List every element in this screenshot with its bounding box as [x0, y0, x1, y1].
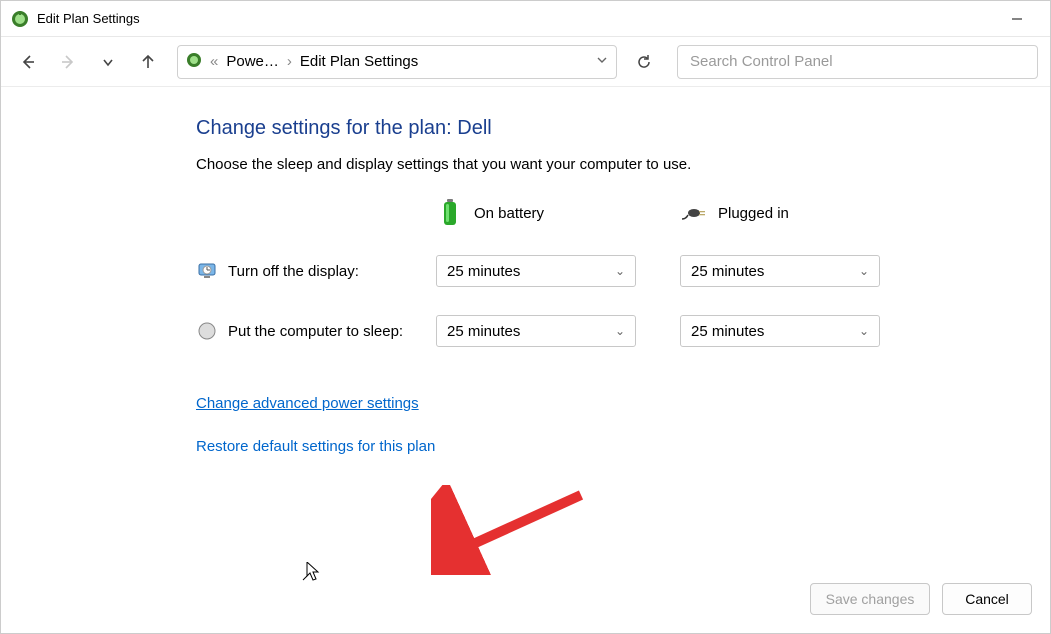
- breadcrumb-sep: ›: [287, 53, 292, 70]
- footer-buttons: Save changes Cancel: [810, 583, 1032, 615]
- breadcrumb-power[interactable]: Powe…: [226, 53, 279, 70]
- forward-button[interactable]: [51, 45, 85, 79]
- row-sleep: Put the computer to sleep: 25 minutes ⌄ …: [196, 315, 1050, 347]
- address-dropdown-button[interactable]: [596, 53, 608, 70]
- chevron-down-icon: ⌄: [615, 264, 625, 278]
- app-icon: [11, 10, 29, 28]
- links-block: Change advanced power settings Restore d…: [196, 395, 1050, 455]
- breadcrumb-sep-left: «: [210, 53, 218, 70]
- search-box[interactable]: [677, 45, 1038, 79]
- moon-icon: [196, 322, 218, 340]
- recent-locations-button[interactable]: [91, 45, 125, 79]
- chevron-down-icon: ⌄: [615, 324, 625, 338]
- cursor-icon: [301, 562, 321, 586]
- breadcrumb-edit-plan[interactable]: Edit Plan Settings: [300, 53, 418, 70]
- chevron-down-icon: ⌄: [859, 264, 869, 278]
- search-input[interactable]: [688, 52, 1027, 71]
- sleep-plugged-dropdown[interactable]: 25 minutes ⌄: [680, 315, 880, 347]
- page-heading: Change settings for the plan: Dell: [196, 117, 1050, 140]
- save-changes-button[interactable]: Save changes: [810, 583, 930, 615]
- up-button[interactable]: [131, 45, 165, 79]
- battery-icon: [436, 199, 464, 227]
- annotation-arrow: [431, 485, 591, 575]
- refresh-button[interactable]: [627, 45, 661, 79]
- control-panel-icon: [186, 52, 202, 72]
- address-bar[interactable]: « Powe… › Edit Plan Settings: [177, 45, 617, 79]
- cancel-button[interactable]: Cancel: [942, 583, 1032, 615]
- link-advanced-power-settings[interactable]: Change advanced power settings: [196, 395, 419, 412]
- column-battery-label: On battery: [474, 205, 544, 222]
- titlebar: Edit Plan Settings: [1, 1, 1050, 37]
- back-button[interactable]: [11, 45, 45, 79]
- row-turn-off-display: Turn off the display: 25 minutes ⌄ 25 mi…: [196, 255, 1050, 287]
- columns-header: On battery Plugged in: [196, 199, 1050, 227]
- column-plugged-label: Plugged in: [718, 205, 789, 222]
- monitor-icon: [196, 261, 218, 281]
- window: Edit Plan Settings « Powe…: [0, 0, 1051, 634]
- display-plugged-dropdown[interactable]: 25 minutes ⌄: [680, 255, 880, 287]
- plug-icon: [680, 203, 708, 223]
- row-sleep-label: Put the computer to sleep:: [228, 323, 403, 340]
- row-display-label: Turn off the display:: [228, 263, 359, 280]
- display-battery-dropdown[interactable]: 25 minutes ⌄: [436, 255, 636, 287]
- sleep-battery-value: 25 minutes: [447, 323, 520, 340]
- chevron-down-icon: ⌄: [859, 324, 869, 338]
- content-area: Change settings for the plan: Dell Choos…: [1, 87, 1050, 633]
- display-battery-value: 25 minutes: [447, 263, 520, 280]
- page-subtext: Choose the sleep and display settings th…: [196, 156, 1050, 173]
- nav-toolbar: « Powe… › Edit Plan Settings: [1, 37, 1050, 87]
- sleep-battery-dropdown[interactable]: 25 minutes ⌄: [436, 315, 636, 347]
- window-title: Edit Plan Settings: [37, 11, 140, 26]
- link-restore-defaults[interactable]: Restore default settings for this plan: [196, 438, 435, 455]
- display-plugged-value: 25 minutes: [691, 263, 764, 280]
- minimize-button[interactable]: [994, 4, 1040, 34]
- sleep-plugged-value: 25 minutes: [691, 323, 764, 340]
